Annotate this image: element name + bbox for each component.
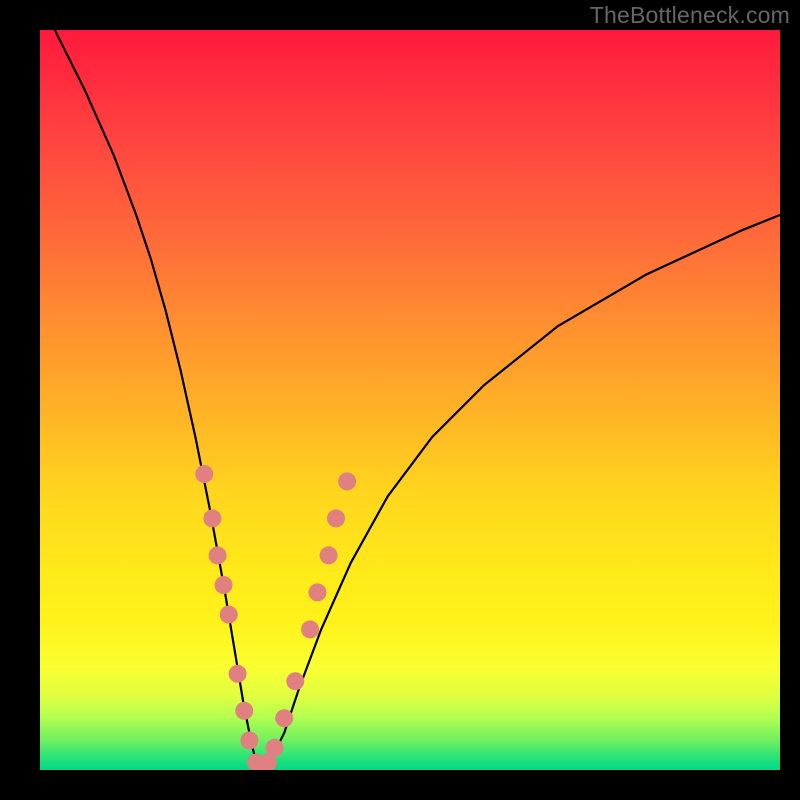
marker-dot — [195, 465, 213, 483]
marker-dot — [203, 509, 221, 527]
marker-group — [195, 465, 356, 770]
marker-dot — [275, 709, 293, 727]
marker-dot — [338, 472, 356, 490]
marker-dot — [215, 576, 233, 594]
marker-dot — [266, 739, 284, 757]
marker-dot — [327, 509, 345, 527]
marker-dot — [209, 546, 227, 564]
marker-layer — [40, 30, 780, 770]
watermark-label: TheBottleneck.com — [590, 2, 790, 29]
marker-dot — [309, 583, 327, 601]
plot-background — [40, 30, 780, 770]
marker-dot — [235, 702, 253, 720]
marker-dot — [229, 665, 247, 683]
chart-container: TheBottleneck.com — [0, 0, 800, 800]
marker-dot — [286, 672, 304, 690]
marker-dot — [301, 620, 319, 638]
marker-dot — [240, 731, 258, 749]
marker-dot — [220, 606, 238, 624]
marker-dot — [320, 546, 338, 564]
